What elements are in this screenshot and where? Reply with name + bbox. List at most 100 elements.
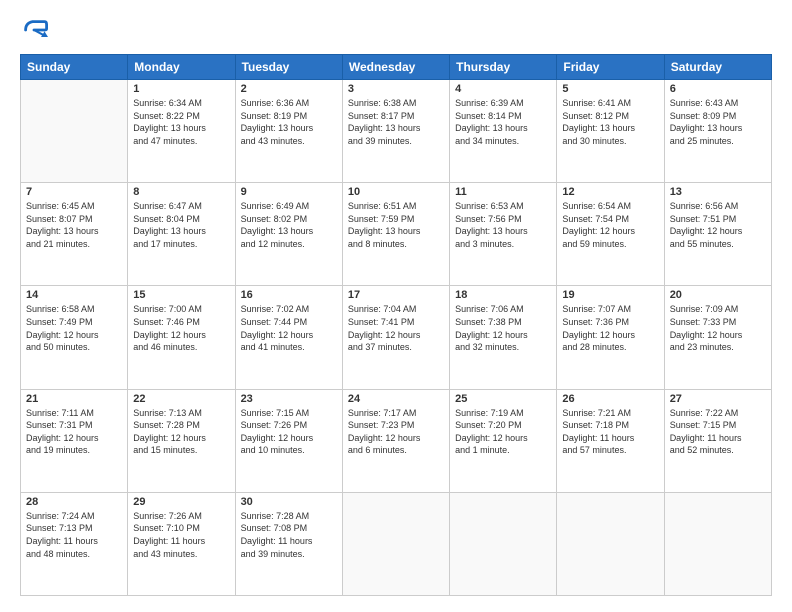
calendar-week-row: 7Sunrise: 6:45 AM Sunset: 8:07 PM Daylig… <box>21 183 772 286</box>
day-info: Sunrise: 6:47 AM Sunset: 8:04 PM Dayligh… <box>133 200 229 250</box>
day-number: 9 <box>241 186 337 198</box>
day-number: 3 <box>348 83 444 95</box>
day-number: 4 <box>455 83 551 95</box>
day-info: Sunrise: 6:43 AM Sunset: 8:09 PM Dayligh… <box>670 97 766 147</box>
day-info: Sunrise: 7:22 AM Sunset: 7:15 PM Dayligh… <box>670 407 766 457</box>
calendar-cell: 25 Sunrise: 7:19 AM Sunset: 7:20 PM Dayli… <box>450 389 557 492</box>
day-info: Sunrise: 6:58 AM Sunset: 7:49 PM Dayligh… <box>26 303 122 353</box>
day-info: Sunrise: 7:07 AM Sunset: 7:36 PM Dayligh… <box>562 303 658 353</box>
logo-icon <box>20 16 48 44</box>
day-number: 29 <box>133 496 229 508</box>
calendar-cell: 6 Sunrise: 6:43 AM Sunset: 8:09 PM Daylig… <box>664 80 771 183</box>
calendar-cell: 8 Sunrise: 6:47 AM Sunset: 8:04 PM Daylig… <box>128 183 235 286</box>
calendar-cell: 16 Sunrise: 7:02 AM Sunset: 7:44 PM Dayli… <box>235 286 342 389</box>
day-info: Sunrise: 7:15 AM Sunset: 7:26 PM Dayligh… <box>241 407 337 457</box>
day-info: Sunrise: 7:00 AM Sunset: 7:46 PM Dayligh… <box>133 303 229 353</box>
day-number: 13 <box>670 186 766 198</box>
calendar-cell: 29 Sunrise: 7:26 AM Sunset: 7:10 PM Dayli… <box>128 492 235 595</box>
day-info: Sunrise: 7:13 AM Sunset: 7:28 PM Dayligh… <box>133 407 229 457</box>
day-number: 17 <box>348 289 444 301</box>
day-info: Sunrise: 6:34 AM Sunset: 8:22 PM Dayligh… <box>133 97 229 147</box>
day-number: 2 <box>241 83 337 95</box>
calendar-cell: 20 Sunrise: 7:09 AM Sunset: 7:33 PM Dayli… <box>664 286 771 389</box>
calendar-cell: 13 Sunrise: 6:56 AM Sunset: 7:51 PM Dayli… <box>664 183 771 286</box>
day-number: 16 <box>241 289 337 301</box>
day-info: Sunrise: 7:26 AM Sunset: 7:10 PM Dayligh… <box>133 510 229 560</box>
logo <box>20 16 52 44</box>
calendar-cell: 18 Sunrise: 7:06 AM Sunset: 7:38 PM Dayli… <box>450 286 557 389</box>
header <box>20 16 772 44</box>
calendar-cell: 22Sunrise: 7:13 AM Sunset: 7:28 PM Dayli… <box>128 389 235 492</box>
calendar-cell: 30 Sunrise: 7:28 AM Sunset: 7:08 PM Dayli… <box>235 492 342 595</box>
calendar-week-row: 28Sunrise: 7:24 AM Sunset: 7:13 PM Dayli… <box>21 492 772 595</box>
calendar-week-row: 14 Sunrise: 6:58 AM Sunset: 7:49 PM Dayli… <box>21 286 772 389</box>
day-info: Sunrise: 6:56 AM Sunset: 7:51 PM Dayligh… <box>670 200 766 250</box>
calendar-cell: 17 Sunrise: 7:04 AM Sunset: 7:41 PM Dayli… <box>342 286 449 389</box>
day-number: 30 <box>241 496 337 508</box>
day-number: 25 <box>455 393 551 405</box>
day-number: 10 <box>348 186 444 198</box>
calendar-cell: 23 Sunrise: 7:15 AM Sunset: 7:26 PM Dayli… <box>235 389 342 492</box>
day-number: 1 <box>133 83 229 95</box>
calendar-cell: 11 Sunrise: 6:53 AM Sunset: 7:56 PM Dayli… <box>450 183 557 286</box>
day-info: Sunrise: 6:54 AM Sunset: 7:54 PM Dayligh… <box>562 200 658 250</box>
calendar-cell: 26 Sunrise: 7:21 AM Sunset: 7:18 PM Dayli… <box>557 389 664 492</box>
calendar-cell <box>21 80 128 183</box>
day-number: 21 <box>26 393 122 405</box>
day-number: 26 <box>562 393 658 405</box>
day-info: Sunrise: 7:06 AM Sunset: 7:38 PM Dayligh… <box>455 303 551 353</box>
calendar-header-saturday: Saturday <box>664 55 771 80</box>
day-info: Sunrise: 7:28 AM Sunset: 7:08 PM Dayligh… <box>241 510 337 560</box>
calendar-cell: 21 Sunrise: 7:11 AM Sunset: 7:31 PM Dayli… <box>21 389 128 492</box>
day-number: 8 <box>133 186 229 198</box>
calendar-week-row: 1 Sunrise: 6:34 AM Sunset: 8:22 PM Daylig… <box>21 80 772 183</box>
calendar-cell <box>450 492 557 595</box>
day-info: Sunrise: 7:09 AM Sunset: 7:33 PM Dayligh… <box>670 303 766 353</box>
calendar-header-wednesday: Wednesday <box>342 55 449 80</box>
day-number: 6 <box>670 83 766 95</box>
calendar-cell: 1 Sunrise: 6:34 AM Sunset: 8:22 PM Daylig… <box>128 80 235 183</box>
day-info: Sunrise: 6:51 AM Sunset: 7:59 PM Dayligh… <box>348 200 444 250</box>
calendar-header-friday: Friday <box>557 55 664 80</box>
day-info: Sunrise: 7:17 AM Sunset: 7:23 PM Dayligh… <box>348 407 444 457</box>
day-info: Sunrise: 6:53 AM Sunset: 7:56 PM Dayligh… <box>455 200 551 250</box>
calendar-cell: 10 Sunrise: 6:51 AM Sunset: 7:59 PM Dayli… <box>342 183 449 286</box>
calendar-cell: 27 Sunrise: 7:22 AM Sunset: 7:15 PM Dayli… <box>664 389 771 492</box>
calendar-header-sunday: Sunday <box>21 55 128 80</box>
day-info: Sunrise: 7:11 AM Sunset: 7:31 PM Dayligh… <box>26 407 122 457</box>
day-info: Sunrise: 7:04 AM Sunset: 7:41 PM Dayligh… <box>348 303 444 353</box>
calendar-cell: 5Sunrise: 6:41 AM Sunset: 8:12 PM Daylig… <box>557 80 664 183</box>
day-info: Sunrise: 7:21 AM Sunset: 7:18 PM Dayligh… <box>562 407 658 457</box>
calendar-cell <box>557 492 664 595</box>
calendar-cell <box>342 492 449 595</box>
calendar-cell: 7Sunrise: 6:45 AM Sunset: 8:07 PM Daylig… <box>21 183 128 286</box>
calendar-week-row: 21 Sunrise: 7:11 AM Sunset: 7:31 PM Dayli… <box>21 389 772 492</box>
calendar-header-monday: Monday <box>128 55 235 80</box>
calendar-header-tuesday: Tuesday <box>235 55 342 80</box>
calendar-cell: 4Sunrise: 6:39 AM Sunset: 8:14 PM Daylig… <box>450 80 557 183</box>
day-number: 11 <box>455 186 551 198</box>
day-number: 24 <box>348 393 444 405</box>
day-number: 27 <box>670 393 766 405</box>
day-number: 15 <box>133 289 229 301</box>
day-info: Sunrise: 7:19 AM Sunset: 7:20 PM Dayligh… <box>455 407 551 457</box>
calendar-cell: 19 Sunrise: 7:07 AM Sunset: 7:36 PM Dayli… <box>557 286 664 389</box>
calendar-header-row: SundayMondayTuesdayWednesdayThursdayFrid… <box>21 55 772 80</box>
day-number: 19 <box>562 289 658 301</box>
day-info: Sunrise: 7:02 AM Sunset: 7:44 PM Dayligh… <box>241 303 337 353</box>
day-number: 7 <box>26 186 122 198</box>
day-number: 18 <box>455 289 551 301</box>
day-number: 12 <box>562 186 658 198</box>
day-number: 23 <box>241 393 337 405</box>
calendar-cell: 2 Sunrise: 6:36 AM Sunset: 8:19 PM Daylig… <box>235 80 342 183</box>
day-number: 14 <box>26 289 122 301</box>
calendar-cell: 14 Sunrise: 6:58 AM Sunset: 7:49 PM Dayli… <box>21 286 128 389</box>
day-number: 20 <box>670 289 766 301</box>
calendar-cell: 9Sunrise: 6:49 AM Sunset: 8:02 PM Daylig… <box>235 183 342 286</box>
day-number: 28 <box>26 496 122 508</box>
calendar: SundayMondayTuesdayWednesdayThursdayFrid… <box>20 54 772 596</box>
day-info: Sunrise: 6:36 AM Sunset: 8:19 PM Dayligh… <box>241 97 337 147</box>
calendar-cell: 12 Sunrise: 6:54 AM Sunset: 7:54 PM Dayli… <box>557 183 664 286</box>
calendar-header-thursday: Thursday <box>450 55 557 80</box>
calendar-cell <box>664 492 771 595</box>
